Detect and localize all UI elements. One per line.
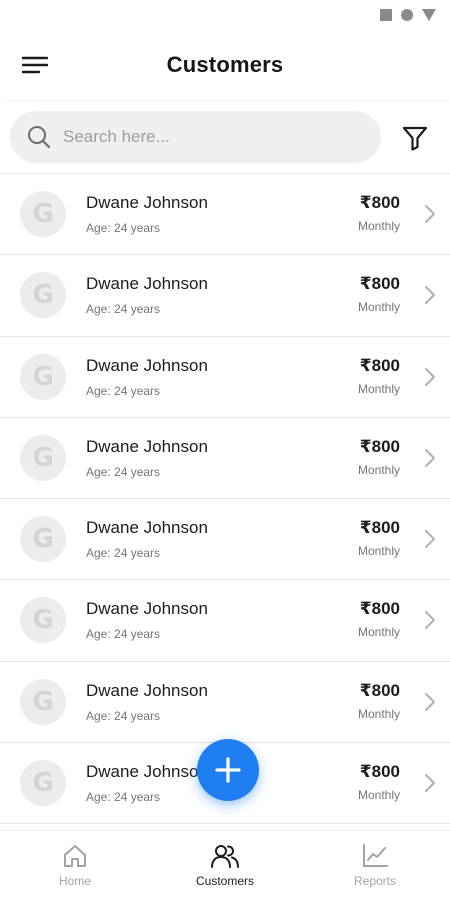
avatar-initial: G (32, 199, 54, 229)
customer-age: Age: 24 years (86, 464, 161, 479)
chevron-right-icon (425, 367, 435, 386)
customer-row[interactable]: G Dwane Johnson Age: 24 years ₹800 Month… (0, 336, 450, 418)
customer-name: Dwane Johnson (86, 599, 208, 619)
customer-name: Dwane Johnson (86, 762, 208, 782)
chevron-right-icon (425, 530, 435, 549)
avatar-initial: G (32, 686, 54, 717)
billing-frequency: Monthly (357, 706, 400, 721)
avatar: G (20, 191, 66, 237)
customer-name: Dwane Johnson (86, 518, 208, 538)
avatar-initial: G (32, 361, 54, 392)
avatar-initial: G (32, 442, 54, 473)
add-customer-button[interactable] (197, 739, 259, 801)
customer-age: Age: 24 years (86, 383, 161, 398)
triangle-icon (422, 9, 436, 21)
customer-price: ₹800 (359, 599, 400, 619)
customer-age: Age: 24 years (86, 302, 161, 317)
chevron-right-icon (425, 205, 435, 223)
customer-age: Age: 24 years (86, 546, 161, 561)
customer-price: ₹800 (359, 193, 400, 212)
avatar-initial: G (32, 605, 54, 636)
customer-price: ₹800 (359, 274, 400, 294)
nav-label-customers: Customers (195, 874, 254, 888)
avatar-initial: G (32, 768, 54, 799)
customer-price: ₹800 (359, 680, 400, 700)
customer-age: Age: 24 years (86, 221, 161, 235)
customer-list: G Dwane Johnson Age: 24 years ₹800 Month… (0, 173, 450, 830)
billing-frequency: Monthly (357, 300, 400, 315)
avatar: G (20, 597, 66, 644)
customer-row[interactable]: G Dwane Johnson Age: 24 years ₹800 Month… (0, 417, 450, 500)
customer-name: Dwane Johnson (86, 436, 208, 456)
customer-row[interactable]: G Dwane Johnson Age: 24 years ₹800 Month… (0, 255, 450, 337)
search-bar[interactable] (10, 111, 381, 163)
filter-icon (402, 126, 428, 151)
chevron-right-icon (425, 448, 435, 467)
square-icon (380, 9, 392, 21)
customer-price: ₹800 (359, 518, 400, 538)
customer-name: Dwane Johnson (86, 193, 208, 212)
avatar-initial: G (32, 524, 54, 555)
chevron-right-icon (425, 286, 435, 305)
customer-name: Dwane Johnson (86, 274, 208, 294)
billing-frequency: Monthly (357, 219, 400, 233)
customer-row[interactable]: G Dwane Johnson Age: 24 years ₹800 Month… (0, 661, 450, 744)
chart-icon (363, 844, 388, 867)
billing-frequency: Monthly (357, 625, 400, 640)
status-icons (380, 9, 436, 21)
filter-button[interactable] (398, 122, 432, 154)
nav-item-home[interactable]: Home (0, 831, 150, 900)
bottom-nav: Home Customers Reports (0, 830, 450, 900)
customer-name: Dwane Johnson (86, 680, 208, 700)
avatar: G (20, 760, 66, 807)
customer-name: Dwane Johnson (86, 355, 208, 375)
customer-price: ₹800 (359, 436, 400, 456)
nav-item-customers[interactable]: Customers (150, 831, 300, 900)
avatar: G (20, 272, 66, 319)
customer-price: ₹800 (359, 762, 400, 782)
customer-age: Age: 24 years (86, 627, 161, 642)
app-bar: Customers (0, 30, 450, 100)
plus-icon (215, 757, 241, 783)
home-icon (64, 845, 86, 867)
status-bar (0, 0, 450, 30)
users-icon (211, 845, 239, 868)
nav-label-reports: Reports (353, 874, 397, 888)
chevron-right-icon (425, 774, 435, 793)
avatar: G (20, 353, 66, 400)
avatar: G (20, 516, 66, 563)
avatar: G (20, 434, 66, 481)
search-input[interactable] (63, 127, 343, 147)
customer-age: Age: 24 years (86, 708, 161, 723)
search-icon (28, 126, 51, 149)
circle-icon (401, 9, 413, 21)
billing-frequency: Monthly (357, 462, 400, 477)
chevron-right-icon (425, 692, 435, 711)
customer-row[interactable]: G Dwane Johnson Age: 24 years ₹800 Month… (0, 174, 450, 256)
billing-frequency: Monthly (357, 788, 400, 803)
avatar: G (20, 678, 66, 725)
customer-age: Age: 24 years (86, 790, 161, 805)
billing-frequency: Monthly (357, 381, 400, 396)
customer-row[interactable]: G Dwane Johnson Age: 24 years ₹800 Month… (0, 580, 450, 662)
avatar-initial: G (32, 280, 54, 311)
page-title: Customers (166, 52, 284, 77)
billing-frequency: Monthly (357, 544, 400, 559)
nav-label-home: Home (58, 874, 91, 888)
nav-item-reports[interactable]: Reports (300, 831, 450, 900)
customer-price: ₹800 (359, 355, 400, 375)
chevron-right-icon (425, 611, 435, 630)
customer-row[interactable]: G Dwane Johnson Age: 24 years ₹800 Month… (0, 499, 450, 581)
